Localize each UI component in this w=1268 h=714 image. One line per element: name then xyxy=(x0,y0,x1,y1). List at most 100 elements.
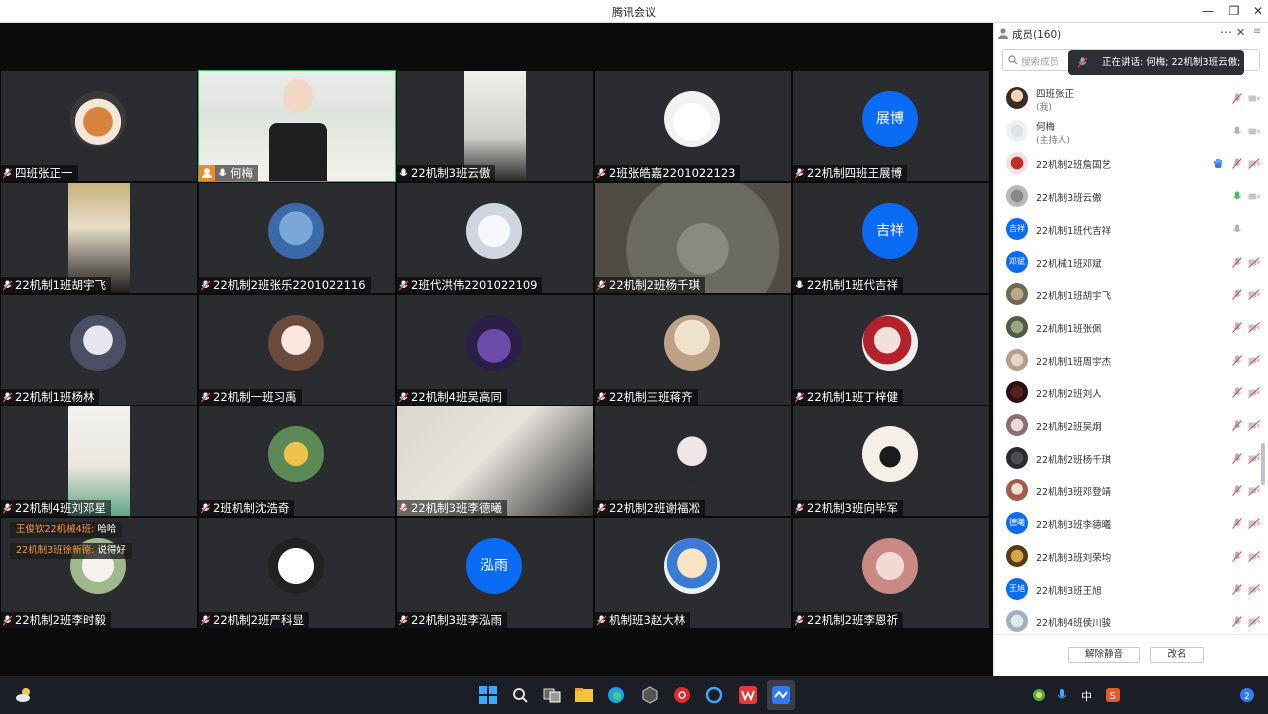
member-item[interactable]: 22机制2班刘人 xyxy=(994,377,1268,409)
mic-muted-icon[interactable] xyxy=(1232,93,1242,104)
camera-off-icon[interactable] xyxy=(1248,616,1260,628)
camera-off-icon[interactable] xyxy=(1248,550,1260,562)
participant-tile[interactable]: 22机制1班杨林 xyxy=(1,295,197,405)
participant-tile[interactable]: 机制班3赵大林 xyxy=(595,518,791,628)
camera-off-icon[interactable] xyxy=(1248,387,1260,399)
participant-tile[interactable]: 22机制3班向毕军 xyxy=(793,406,989,516)
participant-tile[interactable]: 2班机制沈浩奇 xyxy=(199,406,395,516)
member-item[interactable]: 22机制2班杨千琪 xyxy=(994,443,1268,475)
camera-off-icon[interactable] xyxy=(1248,256,1260,268)
mic-muted-icon[interactable] xyxy=(1232,289,1242,301)
rename-button[interactable]: 改名 xyxy=(1150,647,1204,663)
member-item[interactable]: 22机制1班张佩 xyxy=(994,312,1268,344)
mic-muted-icon[interactable] xyxy=(1232,354,1242,366)
member-item[interactable]: 四班张正 (我) xyxy=(994,83,1268,115)
app-cube-icon[interactable] xyxy=(640,685,660,705)
task-view-icon[interactable] xyxy=(542,685,562,705)
mic-muted-icon[interactable] xyxy=(1232,256,1242,268)
mic-icon[interactable] xyxy=(1232,191,1242,202)
member-item[interactable]: 德曦 22机制3班李德曦 xyxy=(994,508,1268,540)
mic-icon[interactable] xyxy=(1232,126,1242,137)
camera-icon[interactable] xyxy=(1248,126,1260,137)
member-item[interactable]: 邓斌 22机械1班邓斌 xyxy=(994,247,1268,279)
mic-icon[interactable] xyxy=(1232,224,1242,235)
member-item[interactable]: 22机制3班邓登靖 xyxy=(994,475,1268,507)
participant-tile[interactable]: 22机制1班胡宇飞 xyxy=(1,183,197,293)
mic-muted-icon[interactable] xyxy=(1232,158,1242,170)
camera-off-icon[interactable] xyxy=(1248,289,1260,301)
participant-tile[interactable]: 2班张皓嘉2201022123 xyxy=(595,71,791,181)
participant-tile[interactable]: 泓雨 22机制3班李泓雨 xyxy=(397,518,593,628)
participant-tile[interactable]: 2班代洪伟2201022109 xyxy=(397,183,593,293)
mic-muted-icon[interactable] xyxy=(1232,616,1242,628)
edge-browser-icon[interactable] xyxy=(606,685,626,705)
start-icon[interactable] xyxy=(478,685,498,705)
mic-muted-icon[interactable] xyxy=(1232,322,1242,333)
mic-muted-icon[interactable] xyxy=(1232,485,1242,497)
member-item[interactable]: 何梅 (主持人) xyxy=(994,116,1268,148)
camera-off-icon[interactable] xyxy=(1248,158,1260,170)
camera-off-icon[interactable] xyxy=(1248,420,1260,431)
participant-tile[interactable]: 22机制3班云傲 xyxy=(397,71,593,181)
netease-music-icon[interactable] xyxy=(672,685,692,705)
participant-tile[interactable]: 22机制2班谢福凇 xyxy=(595,406,791,516)
close-button[interactable]: ✕ xyxy=(1248,3,1268,20)
camera-off-icon[interactable] xyxy=(1248,354,1260,366)
camera-icon[interactable] xyxy=(1248,93,1260,104)
member-item[interactable]: 22机制3班刘荣均 xyxy=(994,541,1268,573)
mic-muted-icon[interactable] xyxy=(1232,550,1242,562)
close-icon[interactable]: ✕ xyxy=(1236,26,1245,39)
participant-tile[interactable]: 22机制1班丁梓健 xyxy=(793,295,989,405)
participant-tile[interactable]: 22机制2班严科显 xyxy=(199,518,395,628)
tray-sogou-icon[interactable]: S xyxy=(1106,688,1120,702)
camera-off-icon[interactable] xyxy=(1248,452,1260,464)
camera-off-icon[interactable] xyxy=(1248,485,1260,497)
member-item[interactable]: 吉祥 22机制1班代吉祥 xyxy=(994,214,1268,246)
member-item[interactable]: 王旭 22机制3班王旭 xyxy=(994,574,1268,606)
participant-tile[interactable]: 22机制2班张乐2201022116 xyxy=(199,183,395,293)
tray-app-icon[interactable] xyxy=(1032,688,1046,702)
more-icon[interactable]: ⋯ xyxy=(1220,25,1232,39)
member-list-scrollbar[interactable] xyxy=(1261,443,1265,485)
participant-tile[interactable]: 22机制3班李德曦 xyxy=(397,406,593,516)
weather-icon[interactable] xyxy=(14,685,34,705)
minimize-button[interactable]: — xyxy=(1198,3,1218,20)
member-item[interactable]: 22机制3班云傲 xyxy=(994,181,1268,213)
participant-tile[interactable]: 22机制三班蒋齐 xyxy=(595,295,791,405)
participant-tile[interactable]: 22机制4班刘邓星 xyxy=(1,406,197,516)
member-item[interactable]: 22机制4班侯川骏 xyxy=(994,606,1268,633)
search-taskbar-icon[interactable] xyxy=(510,685,530,705)
member-item[interactable]: 22机制1班胡宇飞 xyxy=(994,279,1268,311)
mic-muted-icon[interactable] xyxy=(1232,583,1242,595)
participant-tile[interactable]: 四班张正一 xyxy=(1,71,197,181)
camera-icon[interactable] xyxy=(1248,191,1260,202)
app-ring-icon[interactable] xyxy=(704,685,724,705)
notification-icon[interactable]: 2 xyxy=(1240,688,1254,702)
mic-muted-icon[interactable] xyxy=(1232,518,1242,529)
participant-tile[interactable]: 22机制一班习禹 xyxy=(199,295,395,405)
participant-tile[interactable]: 22机制2班李恩祈 xyxy=(793,518,989,628)
participant-tile[interactable]: 吉祥 22机制1班代吉祥 xyxy=(793,183,989,293)
participant-tile[interactable]: 何梅 xyxy=(198,70,396,182)
tencent-meeting-taskbar-item[interactable] xyxy=(767,680,795,710)
ime-indicator[interactable]: 中 xyxy=(1081,688,1092,704)
participant-tile[interactable]: 展博 22机制四班王展博 xyxy=(793,71,989,181)
participant-tile[interactable]: 22机制2班杨千琪 xyxy=(595,183,791,293)
file-explorer-icon[interactable] xyxy=(574,685,594,705)
camera-off-icon[interactable] xyxy=(1248,583,1260,595)
mic-muted-icon[interactable] xyxy=(1232,420,1242,431)
mic-muted-icon[interactable] xyxy=(1232,387,1242,399)
wps-icon[interactable] xyxy=(738,685,758,705)
menu-icon[interactable]: ≡ xyxy=(1253,26,1261,37)
member-item[interactable]: 22机制2班詹国艺 xyxy=(994,148,1268,180)
unmute-all-button[interactable]: 解除静音 xyxy=(1068,647,1140,663)
camera-off-icon[interactable] xyxy=(1248,322,1260,333)
camera-off-icon[interactable] xyxy=(1248,518,1260,529)
member-item[interactable]: 22机制2班吴炯 xyxy=(994,410,1268,442)
participant-tile[interactable]: 22机制4班吴高同 xyxy=(397,295,593,405)
host-icon xyxy=(199,165,215,181)
mic-muted-icon[interactable] xyxy=(1232,452,1242,464)
member-item[interactable]: 22机制1班周宇杰 xyxy=(994,345,1268,377)
maximize-button[interactable]: ❐ xyxy=(1224,3,1244,20)
tray-mic-icon[interactable] xyxy=(1056,688,1068,702)
